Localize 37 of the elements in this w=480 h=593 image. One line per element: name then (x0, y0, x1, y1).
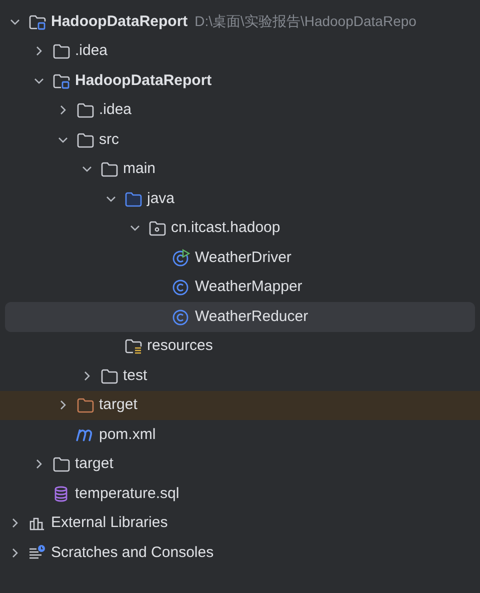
folder-icon (52, 42, 70, 60)
folder-icon (76, 130, 94, 149)
tree-item[interactable]: target (0, 390, 480, 420)
class-icon (172, 308, 190, 326)
folder-icon (100, 160, 118, 178)
folder-icon (100, 366, 118, 385)
tree-item[interactable]: pom.xml (0, 420, 480, 450)
tree-item[interactable]: test (0, 361, 480, 390)
tree-item[interactable]: target (0, 450, 480, 479)
module-folder-icon (28, 12, 46, 31)
tree-item[interactable]: HadoopDataReport D:\桌面\实验报告\HadoopDataRepo (0, 7, 480, 36)
database-icon (52, 484, 70, 503)
folder-icon (124, 190, 142, 208)
class-icon (172, 278, 190, 296)
resources-folder-icon (124, 337, 142, 356)
tree-item[interactable]: temperature.sql (0, 479, 480, 508)
package-folder-icon (148, 219, 166, 238)
tree-item[interactable]: WeatherMapper (0, 272, 480, 302)
tree-item[interactable]: HadoopDataReport (0, 66, 480, 96)
tree-item[interactable]: .idea (0, 36, 480, 66)
tree-item[interactable]: resources (0, 332, 480, 361)
folder-icon (76, 396, 94, 414)
tree-item[interactable]: External Libraries (0, 508, 480, 538)
module-folder-icon (52, 72, 70, 90)
maven-icon (76, 428, 94, 442)
project-path: D:\桌面\实验报告\HadoopDataRepo (194, 12, 416, 32)
tree-item[interactable]: java (0, 184, 480, 214)
tree-item[interactable]: cn.itcast.hadoop (0, 214, 480, 243)
folder-icon (76, 101, 94, 120)
tree-item[interactable]: Scratches and Consoles (0, 538, 480, 568)
tree-item[interactable]: WeatherReducer (5, 302, 475, 332)
tree-item[interactable]: WeatherDriver (0, 243, 480, 272)
folder-icon (52, 455, 70, 474)
tree-item[interactable]: main (0, 154, 480, 184)
runnable-class-icon (172, 248, 190, 267)
tree-item[interactable]: src (0, 125, 480, 154)
tree-item[interactable]: .idea (0, 96, 480, 125)
